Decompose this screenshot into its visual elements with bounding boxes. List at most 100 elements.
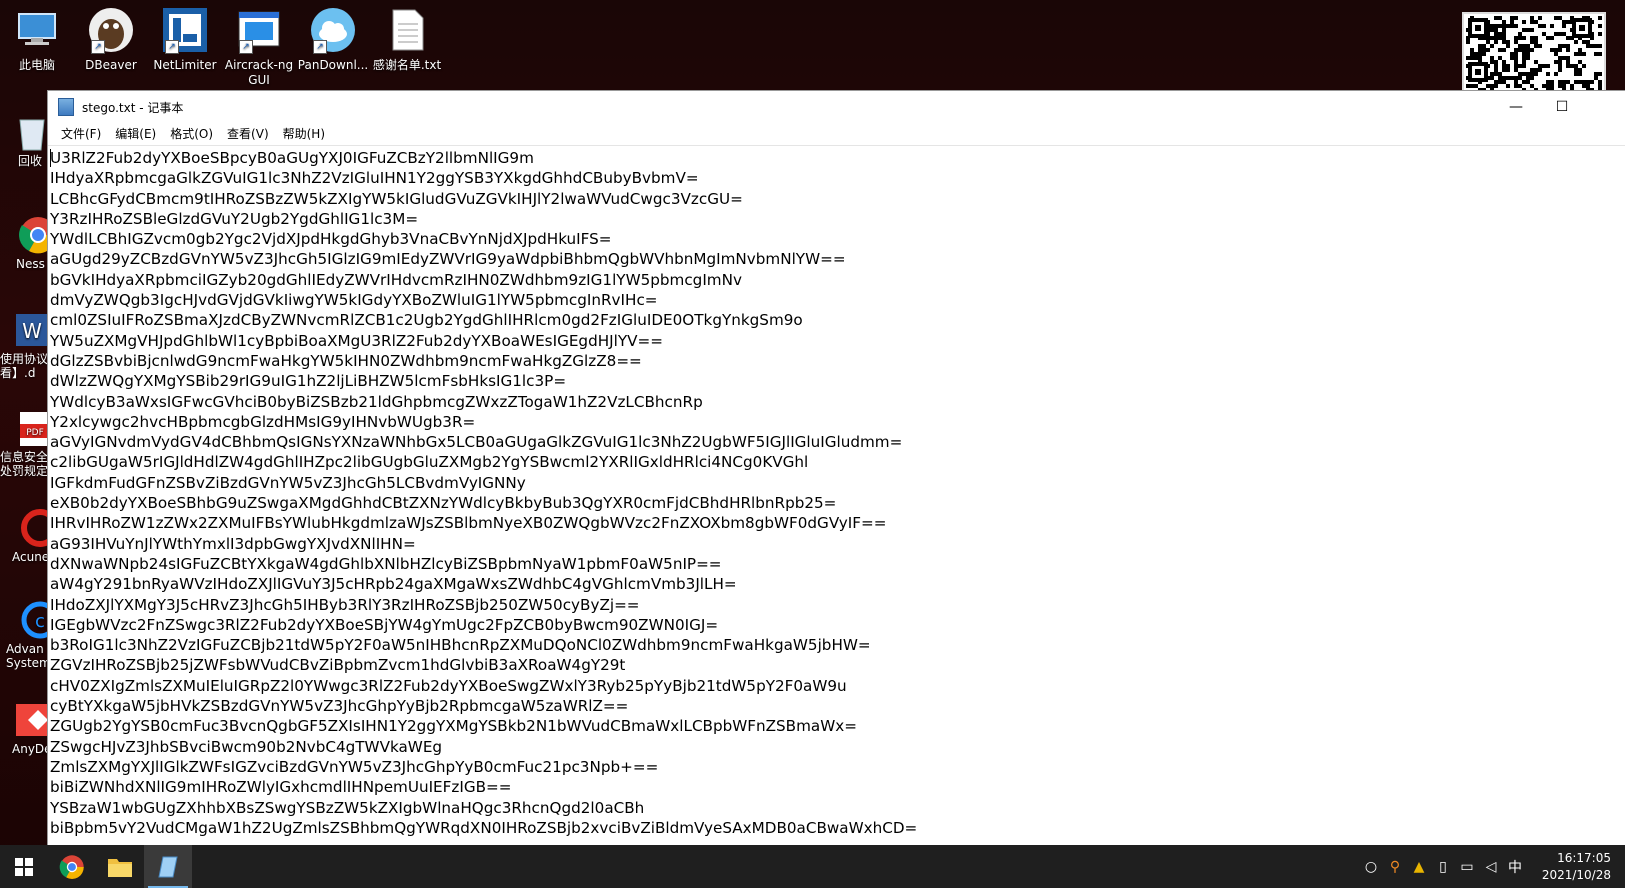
- qr-module: [1530, 76, 1534, 80]
- qr-module: [1494, 84, 1498, 88]
- menu-help[interactable]: 帮助(H): [276, 123, 332, 145]
- shortcut-arrow-icon: ↗: [165, 40, 179, 54]
- taskbar-file-explorer[interactable]: [96, 845, 144, 888]
- desktop-icon-label: 感谢名单.txt: [372, 58, 442, 72]
- qr-module: [1574, 40, 1578, 44]
- qr-module: [1582, 52, 1586, 56]
- windows-icon: [15, 857, 33, 876]
- svg-text:PDF: PDF: [26, 428, 44, 438]
- desktop-icon-netlimiter[interactable]: ↗ NetLimiter: [148, 0, 222, 73]
- minimize-button[interactable]: —: [1493, 91, 1539, 123]
- qr-module: [1522, 20, 1526, 24]
- qr-module: [1514, 16, 1518, 20]
- window-title: stego.txt - 记事本: [82, 100, 184, 115]
- qr-module: [1530, 28, 1534, 32]
- desktop-icon-recycle-bin[interactable]: 回收: [0, 112, 48, 168]
- shortcut-arrow-icon: ↗: [91, 40, 105, 54]
- folder-icon: [108, 858, 132, 877]
- taskbar-notepad[interactable]: [144, 845, 192, 888]
- qr-finder: [1468, 18, 1488, 38]
- desktop-icon-dbeaver[interactable]: ↗ DBeaver: [74, 0, 148, 73]
- chrome-icon: [59, 854, 84, 879]
- qr-module: [1550, 36, 1554, 40]
- desktop-icon-label: DBeaver: [85, 58, 137, 72]
- notepad-window[interactable]: stego.txt - 记事本 — ☐ 文件(F) 编辑(E) 格式(O) 查看…: [48, 91, 1625, 845]
- desktop-icon-acunetix[interactable]: Acune: [0, 508, 48, 564]
- qr-module: [1530, 48, 1534, 52]
- qr-module: [1538, 44, 1542, 48]
- qr-module: [1558, 68, 1562, 72]
- desktop-icon-label: Advan System: [6, 642, 48, 670]
- ime-indicator[interactable]: 中: [1503, 857, 1527, 877]
- clock[interactable]: 16:17:05 2021/10/28: [1535, 850, 1611, 884]
- menu-format[interactable]: 格式(O): [163, 123, 220, 145]
- qr-module: [1566, 48, 1570, 52]
- desktop-icon-anydesk[interactable]: AnyDe: [0, 700, 48, 756]
- desktop-icon-nessus[interactable]: Ness: [0, 215, 48, 271]
- shortcut-arrow-icon: ↗: [239, 40, 253, 54]
- qr-module: [1546, 72, 1550, 76]
- desktop-icon-advanced-systemcare[interactable]: c Advan System: [0, 600, 48, 670]
- qr-module: [1526, 56, 1530, 60]
- qr-module: [1486, 48, 1490, 52]
- desktop-icon-label: 使用协议看】.d: [0, 352, 48, 380]
- desktop-icon-label: 信息安全处罚规定: [0, 450, 48, 478]
- qr-module: [1514, 24, 1518, 28]
- svg-text:W: W: [22, 319, 42, 343]
- desktop-icon-pandownload[interactable]: ↗ PanDownl...: [296, 0, 370, 73]
- menu-file[interactable]: 文件(F): [54, 123, 108, 145]
- taskbar: ○ ⚲ ▲ ▯ ▭ ◁ 中 16:17:05 2021/10/28: [0, 845, 1625, 888]
- qr-module: [1502, 48, 1506, 52]
- start-button[interactable]: [0, 845, 48, 888]
- qr-module: [1598, 24, 1602, 28]
- text-editor[interactable]: U3RlZ2Fub2dyYXBoeSBpcyB0aGUgYXJ0IGFuZCBz…: [48, 145, 1625, 845]
- desktop-icon-label: Aircrack-ng GUI: [224, 58, 294, 87]
- qr-module: [1546, 64, 1550, 68]
- desktop-icon-aircrack[interactable]: ↗ Aircrack-ng GUI: [222, 0, 296, 88]
- recycle-bin-icon: [12, 112, 48, 152]
- qr-module: [1558, 48, 1562, 52]
- qr-module: [1578, 72, 1582, 76]
- qr-module: [1466, 40, 1470, 44]
- qr-module: [1506, 68, 1510, 72]
- cloud-icon: ↗: [309, 6, 357, 54]
- desktop-icon-label: AnyDe: [12, 742, 48, 756]
- circle-icon[interactable]: ○: [1359, 859, 1383, 875]
- desktop-icon-label: NetLimiter: [153, 58, 217, 72]
- qr-module: [1598, 44, 1602, 48]
- menu-view[interactable]: 查看(V): [220, 123, 276, 145]
- taskbar-chrome[interactable]: [48, 845, 96, 888]
- chrome-icon: [12, 215, 48, 255]
- qr-module: [1482, 52, 1486, 56]
- clock-time: 16:17:05: [1557, 850, 1611, 865]
- search-icon[interactable]: ⚲: [1383, 859, 1407, 875]
- qr-module: [1562, 24, 1566, 28]
- qr-module: [1522, 36, 1526, 40]
- desktop-icon-word-doc[interactable]: W 使用协议看】.d: [0, 310, 48, 380]
- system-tray: ○ ⚲ ▲ ▯ ▭ ◁ 中 16:17:05 2021/10/28: [1359, 845, 1611, 888]
- pdf-icon: PDF: [12, 408, 48, 448]
- notepad-icon: [158, 856, 178, 877]
- volume-icon[interactable]: ◁: [1479, 859, 1503, 875]
- clock-date: 2021/10/28: [1541, 867, 1611, 882]
- desktop-icon-label: 回收: [18, 154, 43, 168]
- word-icon: W: [12, 310, 48, 350]
- notepad-icon: [58, 98, 74, 116]
- aircrack-icon: ↗: [235, 6, 283, 54]
- qr-module: [1554, 72, 1558, 76]
- qr-module: [1598, 52, 1602, 56]
- warning-icon[interactable]: ▲: [1407, 859, 1431, 875]
- desktop-icon-this-pc[interactable]: 此电脑: [0, 0, 74, 73]
- desktop-icon-thanks-txt[interactable]: 感谢名单.txt: [370, 0, 444, 73]
- notepad-titlebar[interactable]: stego.txt - 记事本 — ☐: [48, 91, 1625, 123]
- usb-icon[interactable]: ▯: [1431, 859, 1455, 875]
- desktop-icon-pdf[interactable]: PDF 信息安全处罚规定: [0, 408, 48, 478]
- menu-edit[interactable]: 编辑(E): [108, 123, 163, 145]
- maximize-button[interactable]: ☐: [1539, 91, 1585, 123]
- qr-module: [1598, 72, 1602, 76]
- editor-content[interactable]: U3RlZ2Fub2dyYXBoeSBpcyB0aGUgYXJ0IGFuZCBz…: [48, 146, 1625, 838]
- qr-module: [1522, 64, 1526, 68]
- text-caret: [50, 149, 51, 167]
- qr-module: [1542, 24, 1546, 28]
- network-icon[interactable]: ▭: [1455, 859, 1479, 875]
